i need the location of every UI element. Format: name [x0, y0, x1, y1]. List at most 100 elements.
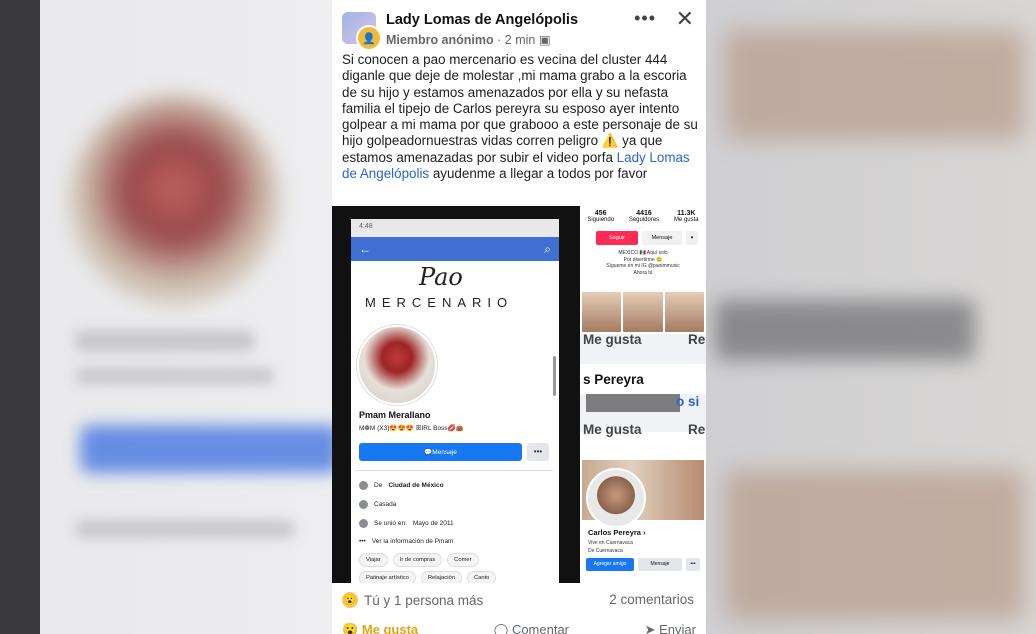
- members-icon: ▣: [538, 33, 551, 47]
- message-button: Mensaje: [638, 558, 682, 571]
- divider: [355, 470, 553, 471]
- action-bar: 😮 Me gusta ◯ Comentar ➤ Enviar: [342, 622, 696, 634]
- blurred-text: [75, 368, 275, 384]
- info-see-more: ••• Ver la información de Pmam: [359, 538, 453, 545]
- post-time[interactable]: 2 min: [505, 33, 536, 47]
- tiktok-stats: 456 Siguiendo 4416 Seguidores 11.3K Me gust…: [580, 210, 706, 223]
- video-thumbnail: [664, 292, 704, 332]
- reactions-summary[interactable]: 😮 Tú y 1 persona más: [342, 592, 483, 608]
- post-meta: Miembro anónimo · 2 min ▣: [386, 32, 551, 47]
- info-hometown: De Ciudad de México: [359, 481, 444, 490]
- cropped-label: Re: [688, 332, 706, 347]
- stat-value: 456: [594, 210, 607, 217]
- profile-name-text: Carlos Pereyra: [588, 528, 641, 537]
- scrollbar: [553, 356, 556, 396]
- interests-row: Viajar Ir de compras Comer: [359, 553, 555, 567]
- blurred-redaction: [715, 300, 975, 360]
- info-value: Ver la información de Pmam: [371, 538, 454, 545]
- cropped-label: Re: [688, 422, 706, 437]
- profile-detail: Vive en Cuernavaca: [588, 540, 633, 546]
- interest-chip: Patinaje artístico: [359, 571, 416, 583]
- send-label: Enviar: [659, 622, 696, 634]
- phone-screen: 4:48 ← ⌕ Pao MERCENARIO Pmam Merallano M…: [351, 219, 559, 583]
- cover-script-text: Pao: [419, 263, 463, 291]
- fb-app-bar: ← ⌕: [351, 237, 559, 261]
- clock-icon: [359, 519, 368, 528]
- wow-reaction-icon: 😮: [342, 592, 358, 608]
- blurred-profile-photo: [70, 95, 280, 305]
- anonymous-member-icon: 👤: [356, 25, 382, 51]
- blurred-photo: [725, 470, 1025, 620]
- dots-icon: •••: [359, 538, 366, 545]
- profile-bio: M❁M (X3)😍😍😍 ꕥIRL Bᴏss💋👜: [359, 425, 464, 432]
- message-button: 💬 Mensaje: [359, 443, 522, 461]
- screenshot-right[interactable]: 456 Siguiendo 4416 Seguidores 11.3K Me gust…: [580, 206, 706, 583]
- like-button[interactable]: 😮 Me gusta: [342, 622, 418, 634]
- comment-button[interactable]: ◯ Comentar: [494, 622, 569, 634]
- stat-label: Me gusta: [673, 217, 699, 223]
- post-text-part: ayudenme a llegar a todos por favor: [429, 166, 648, 182]
- partial-name: s Pereyra: [583, 372, 644, 387]
- interest-chip: Viajar: [359, 553, 388, 567]
- redaction-box: [586, 394, 680, 412]
- interest-chip: Canto: [466, 571, 497, 583]
- interest-chip: Comer: [447, 553, 479, 567]
- post-text: Si conocen a pao mercenario es vecina de…: [342, 52, 702, 182]
- stat: 11.3K Me gusta: [674, 210, 699, 223]
- comments-count[interactable]: 2 comentarios: [609, 592, 694, 607]
- like-label: Me gusta: [583, 332, 642, 347]
- screenshot-left[interactable]: 4:48 ← ⌕ Pao MERCENARIO Pmam Merallano M…: [332, 206, 580, 583]
- video-thumbnail: [582, 292, 622, 332]
- comment-label: Comentar: [511, 622, 570, 634]
- info-joined: Se unió en: Mayo de 2011: [359, 519, 454, 528]
- blurred-text: [75, 330, 255, 352]
- author-name[interactable]: Miembro anónimo: [386, 33, 494, 47]
- send-button[interactable]: ➤ Enviar: [645, 622, 696, 634]
- add-friend-button: Agregar amigo: [586, 558, 634, 571]
- bio-line: Ahora tú: [633, 269, 653, 276]
- info-value: Ciudad de México: [388, 482, 444, 489]
- location-icon: [359, 481, 368, 490]
- stat: 4416 Seguidores: [629, 210, 659, 223]
- stat-value: 11.3K: [677, 210, 696, 217]
- search-icon: ⌕: [544, 241, 551, 256]
- chevron-right-icon: ›: [643, 528, 646, 537]
- profile-name: Pmam Merallano: [359, 410, 431, 420]
- message-label: Mensaje: [432, 448, 457, 456]
- tiktok-bio: MEXICO 🇲🇽 Aquí solo Por divertirme 😊 Síg…: [580, 250, 706, 276]
- like-label: Me gusta: [583, 422, 642, 437]
- status-time: 4:48: [359, 223, 373, 230]
- post-header: 👤 Lady Lomas de Angelópolis Miembro anón…: [332, 0, 706, 51]
- post-text-part: Si conocen a pao mercenario es vecina de…: [342, 52, 698, 165]
- cover-word: MERCENARIO: [365, 295, 514, 310]
- follow-button: Seguir: [596, 231, 638, 245]
- stat-label: Seguidores: [628, 217, 660, 223]
- profile-detail: De Cuernavaca: [588, 548, 623, 554]
- heart-icon: [359, 500, 368, 509]
- like-label: Me gusta: [361, 622, 419, 634]
- more-icon: •••: [686, 558, 700, 571]
- partial-text: o si: [676, 394, 700, 409]
- facebook-post-card: 👤 Lady Lomas de Angelópolis Miembro anón…: [332, 0, 706, 634]
- video-thumbnails: [582, 292, 704, 332]
- cover-photo: Pao MERCENARIO: [351, 261, 559, 321]
- chevron-down-icon: ▾: [686, 231, 698, 245]
- group-name[interactable]: Lady Lomas de Angelópolis: [386, 12, 578, 28]
- info-prefix: De: [374, 482, 383, 489]
- message-button: Mensaje: [642, 231, 682, 245]
- profile-name: Carlos Pereyra ›: [588, 528, 646, 537]
- post-images[interactable]: 4:48 ← ⌕ Pao MERCENARIO Pmam Merallano M…: [332, 206, 706, 583]
- blurred-button: [80, 425, 340, 473]
- info-value: Casada: [374, 501, 397, 508]
- video-thumbnail: [623, 292, 663, 332]
- profile-picture: [357, 325, 437, 405]
- interest-chip: Ir de compras: [392, 553, 443, 567]
- more-options-button[interactable]: •••: [634, 8, 656, 29]
- interests-row: Patinaje artístico Relajación Canto: [359, 571, 555, 583]
- profile-picture: [586, 468, 646, 528]
- meta-dot: ·: [497, 33, 505, 47]
- blurred-text: [75, 520, 295, 538]
- close-button[interactable]: ✕: [676, 6, 694, 32]
- stat: 456 Siguiendo: [587, 210, 614, 223]
- stat-value: 4416: [636, 210, 652, 217]
